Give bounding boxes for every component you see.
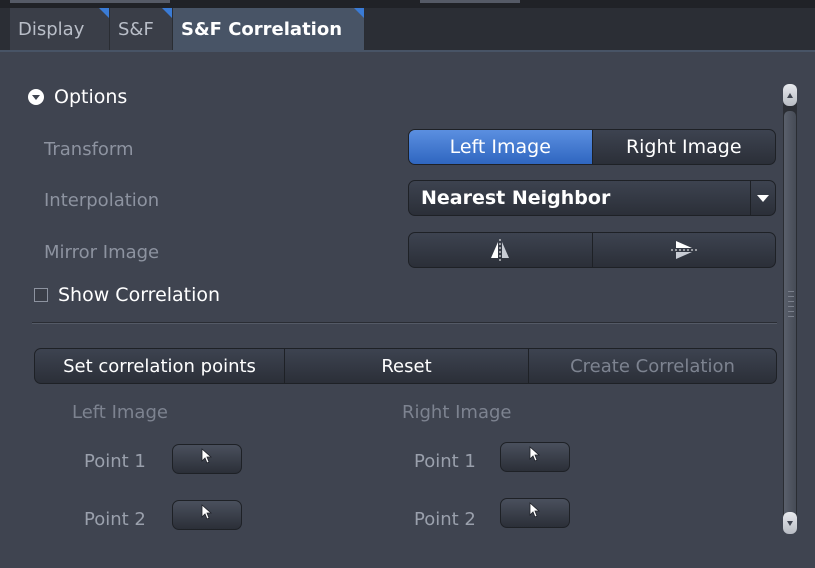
arrow-down-icon xyxy=(787,520,793,526)
vertical-scrollbar[interactable] xyxy=(780,84,800,534)
show-correlation-label: Show Correlation xyxy=(58,284,221,306)
cursor-arrow-icon xyxy=(529,446,541,462)
right-point-2-label: Point 2 xyxy=(414,509,476,530)
set-correlation-points-button[interactable]: Set correlation points xyxy=(35,349,285,383)
right-point-1-label: Point 1 xyxy=(414,451,476,472)
left-point-1-label: Point 1 xyxy=(84,451,146,472)
tab-sf-correlation-label: S&F Correlation xyxy=(181,19,343,40)
right-image-column-header: Right Image xyxy=(402,402,512,423)
tab-corner-marker xyxy=(99,8,109,18)
show-correlation-checkbox[interactable] xyxy=(34,288,48,302)
tab-corner-marker xyxy=(354,8,364,18)
tab-display[interactable]: Display xyxy=(10,8,110,52)
cursor-arrow-icon xyxy=(201,504,213,520)
tab-corner-marker xyxy=(162,8,172,18)
set-correlation-points-label: Set correlation points xyxy=(63,355,256,377)
scrollbar-grip xyxy=(788,291,794,321)
mirror-horizontal-icon xyxy=(491,239,510,261)
tab-display-label: Display xyxy=(18,19,85,40)
mirror-toggle xyxy=(408,232,776,268)
tab-sf-label: S&F xyxy=(118,19,154,40)
divider-highlight xyxy=(32,323,777,324)
top-strip xyxy=(0,0,815,8)
cursor-arrow-icon xyxy=(201,448,213,464)
cursor-arrow-icon xyxy=(529,502,541,518)
show-correlation-row[interactable]: Show Correlation xyxy=(34,284,220,306)
chevron-down-icon[interactable] xyxy=(750,181,775,215)
scroll-up-button[interactable] xyxy=(783,84,797,106)
left-point-2-label: Point 2 xyxy=(84,509,146,530)
scroll-down-button[interactable] xyxy=(783,512,797,534)
transform-label: Transform xyxy=(44,139,134,160)
tab-sf-correlation[interactable]: S&F Correlation xyxy=(173,8,365,52)
interpolation-label: Interpolation xyxy=(44,190,160,211)
left-image-button[interactable]: Left Image xyxy=(409,130,593,164)
mirror-horizontal-button[interactable] xyxy=(409,233,593,267)
right-image-button[interactable]: Right Image xyxy=(593,130,776,164)
left-image-column-header: Left Image xyxy=(72,402,168,423)
scrollbar-thumb[interactable] xyxy=(783,110,797,530)
right-point-1-pick-button[interactable] xyxy=(500,442,570,472)
arrow-up-icon xyxy=(787,92,793,98)
right-point-2-pick-button[interactable] xyxy=(500,498,570,528)
reset-button[interactable]: Reset xyxy=(285,349,529,383)
options-section-header[interactable]: Options xyxy=(28,86,127,108)
left-image-button-label: Left Image xyxy=(449,136,551,158)
left-point-1-pick-button[interactable] xyxy=(172,444,242,474)
create-correlation-label: Create Correlation xyxy=(570,355,735,377)
tab-sf[interactable]: S&F xyxy=(110,8,173,52)
collapse-circle-icon[interactable] xyxy=(28,89,44,105)
left-point-2-pick-button[interactable] xyxy=(172,500,242,530)
mirror-image-label: Mirror Image xyxy=(44,242,160,263)
interpolation-value: Nearest Neighbor xyxy=(421,187,611,209)
mirror-vertical-icon xyxy=(670,241,697,259)
interpolation-select[interactable]: Nearest Neighbor xyxy=(408,180,776,216)
right-image-button-label: Right Image xyxy=(625,136,742,158)
mirror-vertical-button[interactable] xyxy=(593,233,776,267)
create-correlation-button[interactable]: Create Correlation xyxy=(529,349,776,383)
correlation-actions: Set correlation points Reset Create Corr… xyxy=(34,348,777,384)
reset-label: Reset xyxy=(381,355,432,377)
tab-bar: Display S&F S&F Correlation xyxy=(0,0,815,52)
options-title: Options xyxy=(54,86,128,108)
transform-toggle: Left Image Right Image xyxy=(408,129,776,165)
